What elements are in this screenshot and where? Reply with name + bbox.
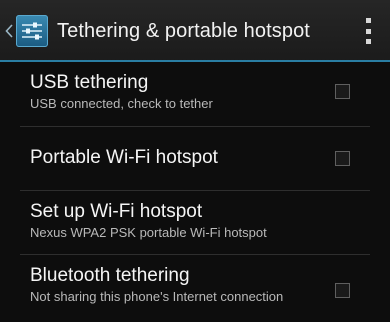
portable-wifi-hotspot-item[interactable]: Portable Wi-Fi hotspot	[20, 126, 370, 190]
settings-list: USB tethering USB connected, check to te…	[0, 62, 390, 322]
overflow-menu-icon[interactable]	[356, 18, 380, 44]
overflow-dot	[365, 18, 371, 23]
setup-wifi-hotspot-title: Set up Wi-Fi hotspot	[30, 201, 203, 222]
bluetooth-tethering-title: Bluetooth tethering	[30, 265, 190, 286]
setup-wifi-hotspot-item[interactable]: Set up Wi-Fi hotspot Nexus WPA2 PSK port…	[20, 190, 370, 254]
settings-sliders-icon[interactable]	[16, 15, 48, 47]
action-bar: Tethering & portable hotspot	[0, 0, 390, 62]
bluetooth-tethering-checkbox[interactable]	[335, 283, 350, 298]
portable-wifi-hotspot-checkbox[interactable]	[335, 151, 350, 166]
usb-tethering-checkbox[interactable]	[335, 84, 350, 99]
page-title: Tethering & portable hotspot	[57, 19, 310, 42]
setup-wifi-hotspot-summary: Nexus WPA2 PSK portable Wi-Fi hotspot	[30, 225, 267, 240]
usb-tethering-summary: USB connected, check to tether	[30, 96, 213, 111]
chevron-left-icon[interactable]	[4, 24, 14, 38]
overflow-dot	[365, 28, 371, 34]
overflow-dot	[365, 39, 371, 44]
usb-tethering-item[interactable]: USB tethering USB connected, check to te…	[20, 62, 370, 126]
portable-wifi-hotspot-title: Portable Wi-Fi hotspot	[30, 147, 218, 168]
bluetooth-tethering-item[interactable]: Bluetooth tethering Not sharing this pho…	[20, 254, 370, 322]
tethering-settings-screen: Tethering & portable hotspot USB tetheri…	[0, 0, 390, 322]
bluetooth-tethering-summary: Not sharing this phone's Internet connec…	[30, 289, 284, 304]
usb-tethering-title: USB tethering	[30, 72, 149, 93]
